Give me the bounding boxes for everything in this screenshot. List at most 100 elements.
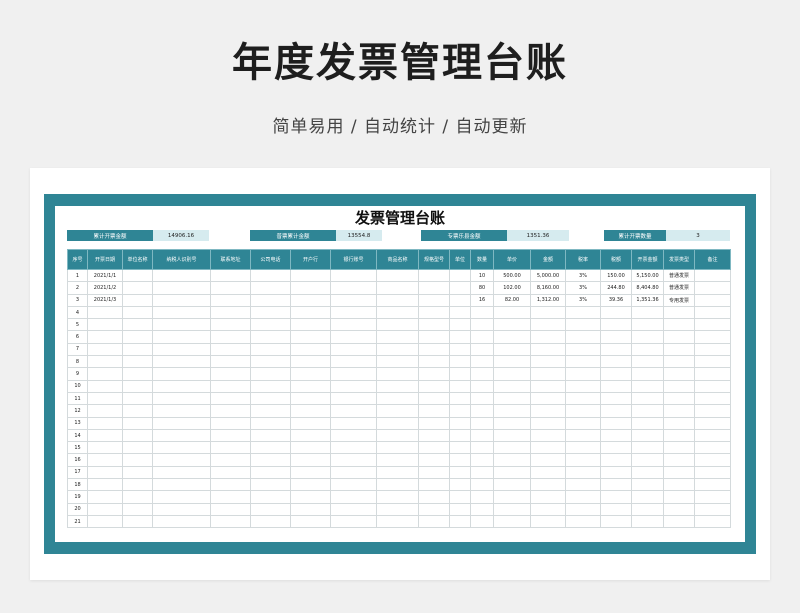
table-cell[interactable] [663,305,695,320]
table-cell[interactable] [530,367,566,381]
table-cell[interactable] [600,428,632,443]
table-cell[interactable] [449,318,471,332]
table-cell[interactable] [152,453,211,467]
table-cell[interactable] [152,379,211,393]
table-cell[interactable] [290,416,331,430]
table-cell[interactable]: 82.00 [493,293,531,307]
table-cell[interactable] [122,391,153,406]
table-cell[interactable] [470,416,494,430]
table-cell[interactable] [330,355,377,369]
table-cell[interactable] [152,318,211,332]
table-cell[interactable] [631,342,664,357]
table-cell[interactable] [250,367,291,381]
table-cell[interactable]: 普通发票 [663,281,695,295]
table-cell[interactable] [250,404,291,418]
table-cell[interactable] [600,453,632,467]
table-cell[interactable] [87,428,123,443]
table-cell[interactable] [87,379,123,393]
table-cell[interactable] [493,330,531,344]
table-cell[interactable] [631,367,664,381]
table-cell[interactable] [449,453,471,467]
table-cell[interactable] [250,465,291,480]
table-cell[interactable] [376,318,419,332]
column-header[interactable]: 单价 [493,249,531,270]
table-cell[interactable] [663,379,695,393]
table-cell[interactable] [530,305,566,320]
table-cell[interactable] [122,281,153,295]
table-cell[interactable] [122,502,153,516]
table-cell[interactable] [631,441,664,455]
table-cell[interactable] [87,330,123,344]
table-cell[interactable] [631,428,664,443]
table-cell[interactable]: 21 [67,514,88,529]
table-cell[interactable] [470,355,494,369]
table-cell[interactable] [663,416,695,430]
table-cell[interactable] [330,281,377,295]
table-cell[interactable] [470,330,494,344]
table-cell[interactable] [600,367,632,381]
table-cell[interactable] [470,441,494,455]
table-cell[interactable] [250,514,291,529]
table-cell[interactable] [600,490,632,504]
table-cell[interactable] [290,453,331,467]
column-header[interactable]: 单位 [449,249,471,270]
table-cell[interactable]: 15 [67,441,88,455]
table-cell[interactable] [330,293,377,307]
table-cell[interactable] [449,281,471,295]
table-cell[interactable] [330,391,377,406]
table-cell[interactable] [330,416,377,430]
table-cell[interactable] [493,416,531,430]
table-cell[interactable] [663,391,695,406]
table-cell[interactable] [470,428,494,443]
table-cell[interactable] [530,330,566,344]
table-cell[interactable] [418,268,450,283]
table-cell[interactable] [449,441,471,455]
table-cell[interactable] [600,305,632,320]
table-cell[interactable] [694,367,731,381]
table-cell[interactable] [631,514,664,529]
table-cell[interactable] [631,490,664,504]
column-header[interactable]: 纳税人识别号 [152,249,211,270]
table-cell[interactable] [565,453,601,467]
table-cell[interactable] [631,416,664,430]
table-cell[interactable] [631,502,664,516]
column-header[interactable]: 开票日期 [87,249,123,270]
table-cell[interactable] [152,367,211,381]
table-cell[interactable] [376,281,419,295]
table-cell[interactable] [565,391,601,406]
table-cell[interactable] [449,330,471,344]
table-cell[interactable]: 20 [67,502,88,516]
table-cell[interactable] [376,428,419,443]
table-cell[interactable]: 244.80 [600,281,632,295]
table-cell[interactable]: 8 [67,355,88,369]
table-cell[interactable] [565,428,601,443]
table-cell[interactable]: 3% [565,268,601,283]
table-cell[interactable] [470,465,494,480]
table-cell[interactable] [449,268,471,283]
table-cell[interactable] [152,330,211,344]
table-cell[interactable] [449,490,471,504]
table-cell[interactable] [600,478,632,492]
table-cell[interactable]: 10 [470,268,494,283]
table-cell[interactable] [418,318,450,332]
column-header[interactable]: 联系地址 [210,249,251,270]
table-cell[interactable] [694,305,731,320]
table-cell[interactable] [250,478,291,492]
table-cell[interactable] [565,404,601,418]
table-cell[interactable] [250,379,291,393]
table-cell[interactable] [122,268,153,283]
table-cell[interactable] [694,502,731,516]
table-cell[interactable] [330,330,377,344]
table-cell[interactable] [376,293,419,307]
table-cell[interactable] [210,293,251,307]
table-cell[interactable] [449,478,471,492]
table-cell[interactable] [376,379,419,393]
table-cell[interactable] [152,355,211,369]
table-cell[interactable] [663,318,695,332]
table-cell[interactable] [376,490,419,504]
table-cell[interactable] [631,318,664,332]
table-cell[interactable] [694,355,731,369]
table-cell[interactable] [530,404,566,418]
table-cell[interactable] [449,367,471,381]
table-cell[interactable] [290,514,331,529]
